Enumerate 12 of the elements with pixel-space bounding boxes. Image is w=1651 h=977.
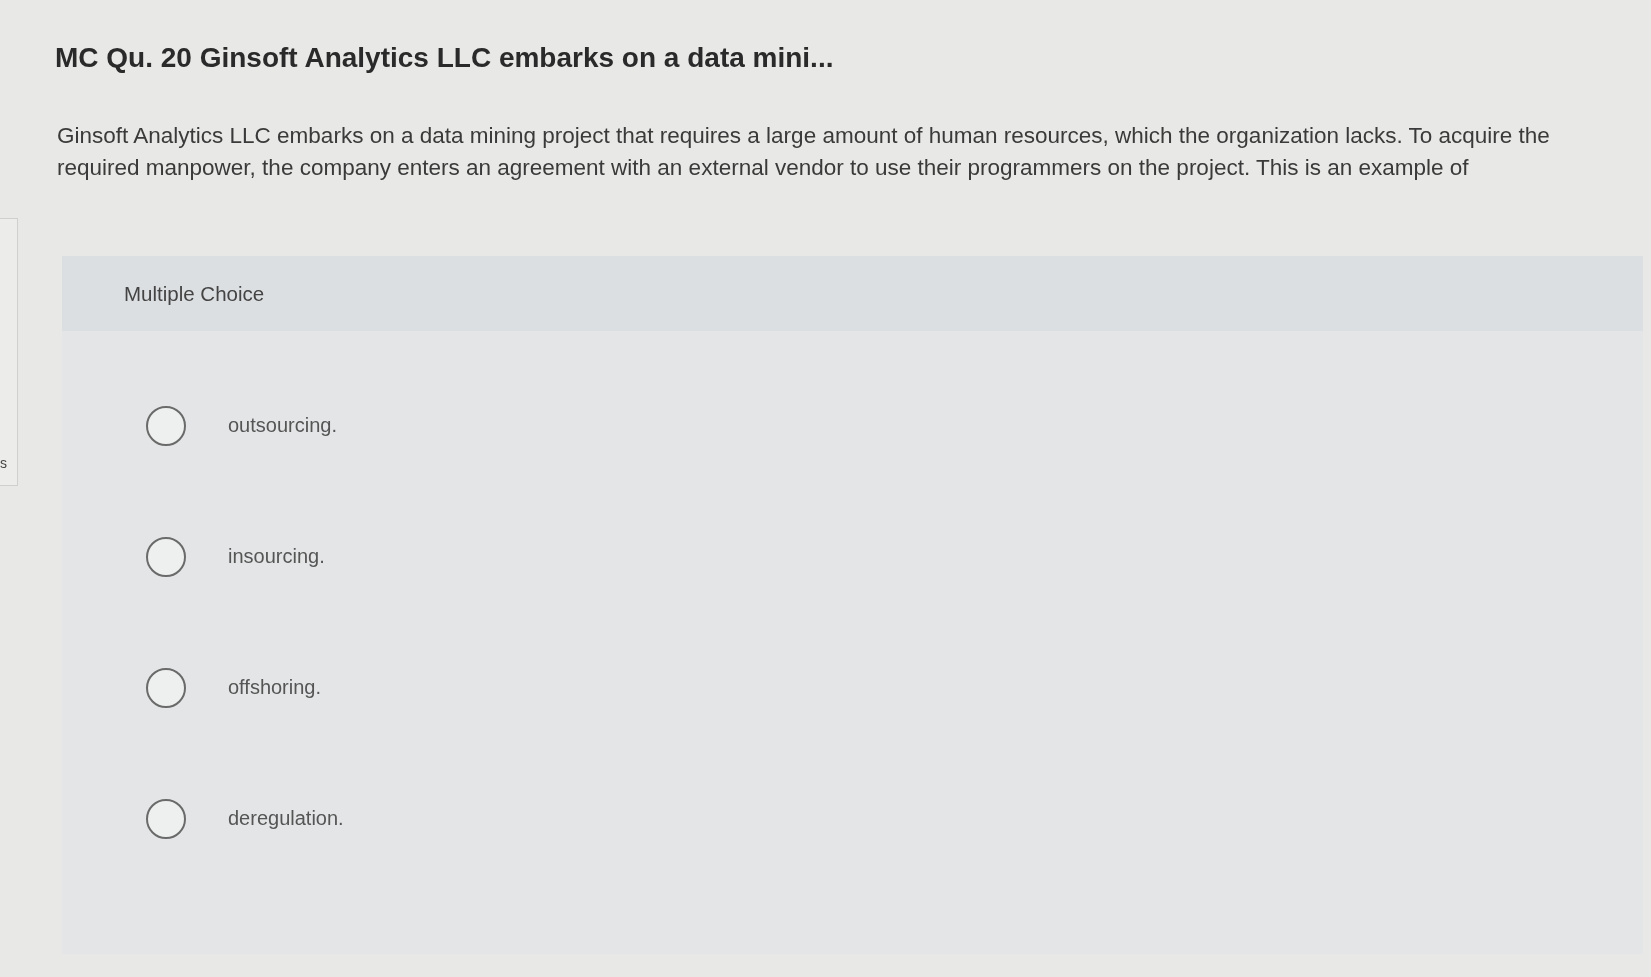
question-title: MC Qu. 20 Ginsoft Analytics LLC embarks on a data mini... [55,41,835,75]
radio-button[interactable] [146,536,186,577]
radio-button[interactable] [146,405,186,446]
radio-button[interactable] [146,798,186,839]
panel-heading: Multiple Choice [124,281,265,306]
radio-button[interactable] [146,667,186,708]
choice-label: offshoring. [228,676,322,699]
choice-label: deregulation. [228,807,344,830]
panel-text-fragment: s [0,455,7,471]
choice-label: insourcing. [228,545,325,568]
question-text: Ginsoft Analytics LLC embarks on a data mining project that requires a large amount of human resources, which the organization lacks. To acquire the required manpower, the company enters an agreement with an external vendor to use their programmers on the project. This is an example of [57,122,1551,182]
choice-label: outsourcing. [228,414,337,437]
